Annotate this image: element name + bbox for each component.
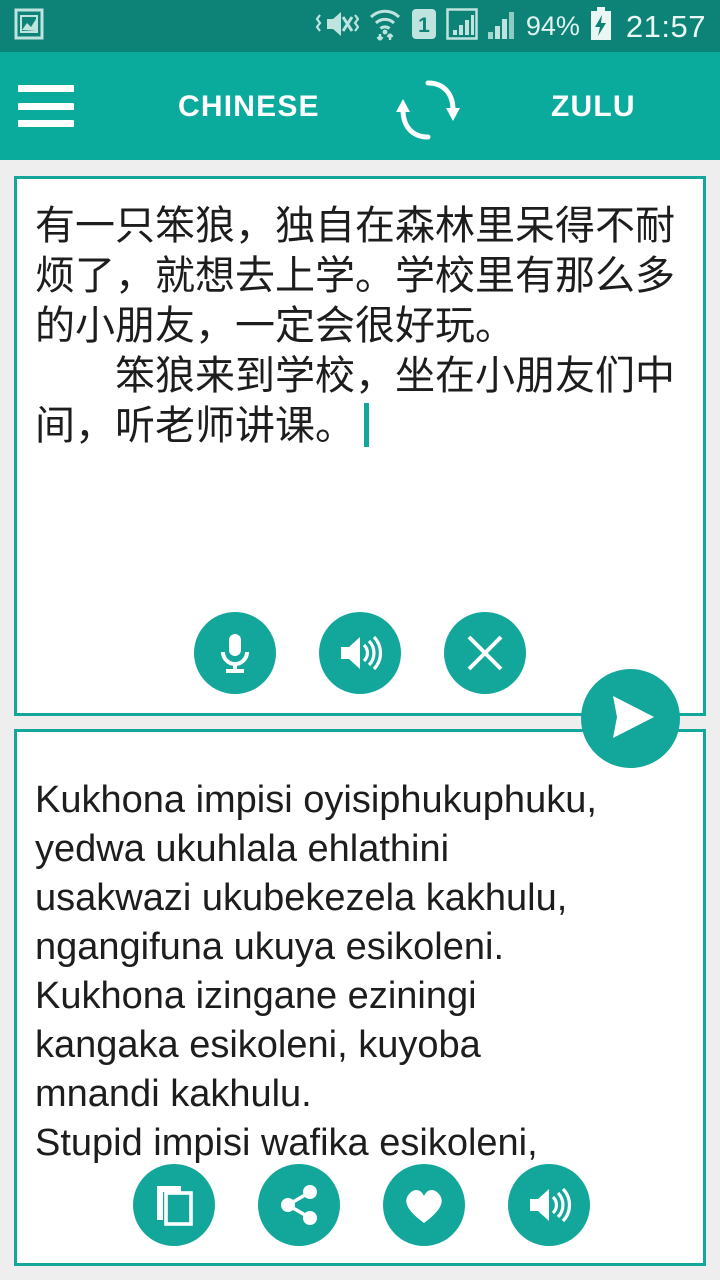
wifi-transfer-icon bbox=[368, 6, 402, 47]
picture-icon bbox=[14, 7, 44, 46]
swap-languages-icon[interactable] bbox=[392, 76, 464, 144]
share-button[interactable] bbox=[258, 1164, 340, 1246]
signal-boxed-icon bbox=[446, 7, 478, 46]
hamburger-bar bbox=[18, 120, 74, 127]
status-bar-left bbox=[14, 7, 44, 46]
target-language-button[interactable]: ZULU bbox=[551, 90, 636, 124]
speaker-icon bbox=[526, 1184, 572, 1226]
svg-text:1: 1 bbox=[418, 14, 430, 37]
sim-1-icon: 1 bbox=[411, 7, 437, 46]
battery-percent-label: 94% bbox=[525, 10, 580, 41]
signal-bars-icon bbox=[487, 7, 517, 46]
heart-icon bbox=[401, 1184, 447, 1226]
share-icon bbox=[277, 1183, 321, 1227]
target-text-area: Kukhona impisi oyisiphukuphuku, yedwa uk… bbox=[17, 732, 703, 1168]
source-text-area[interactable]: 有一只笨狼，独自在森林里呆得不耐烦了，就想去上学。学校里有那么多的小朋友，一定会… bbox=[17, 179, 703, 451]
source-language-button[interactable]: CHINESE bbox=[178, 90, 320, 124]
battery-charging-icon bbox=[589, 6, 613, 46]
vibrate-mute-icon bbox=[313, 7, 360, 46]
text-caret bbox=[364, 403, 369, 447]
speak-source-button[interactable] bbox=[319, 612, 401, 694]
hamburger-menu-icon[interactable] bbox=[18, 85, 74, 127]
favorite-button[interactable] bbox=[383, 1164, 465, 1246]
status-bar-right: 1 94% 21:57 bbox=[313, 6, 706, 47]
source-action-row bbox=[194, 612, 526, 694]
translator-screen: 1 94% 21:57 CHINESE ZULU 有一只笨狼，独自在森林里呆得不… bbox=[0, 0, 720, 1280]
speak-target-button[interactable] bbox=[508, 1164, 590, 1246]
status-bar: 1 94% 21:57 bbox=[0, 0, 720, 52]
send-paper-plane-icon bbox=[602, 690, 660, 747]
source-text: 有一只笨狼，独自在森林里呆得不耐烦了，就想去上学。学校里有那么多的小朋友，一定会… bbox=[35, 203, 675, 449]
close-icon bbox=[464, 632, 506, 674]
clock-label: 21:57 bbox=[625, 8, 706, 44]
mic-button[interactable] bbox=[194, 612, 276, 694]
speaker-icon bbox=[337, 632, 383, 674]
translated-text: Kukhona impisi oyisiphukuphuku, yedwa uk… bbox=[35, 779, 597, 1164]
microphone-icon bbox=[215, 630, 255, 676]
copy-icon bbox=[153, 1182, 195, 1228]
clear-button[interactable] bbox=[444, 612, 526, 694]
hamburger-bar bbox=[18, 85, 74, 92]
hamburger-bar bbox=[18, 102, 74, 110]
send-button[interactable] bbox=[581, 669, 680, 768]
target-action-row bbox=[133, 1164, 590, 1246]
copy-button[interactable] bbox=[133, 1164, 215, 1246]
